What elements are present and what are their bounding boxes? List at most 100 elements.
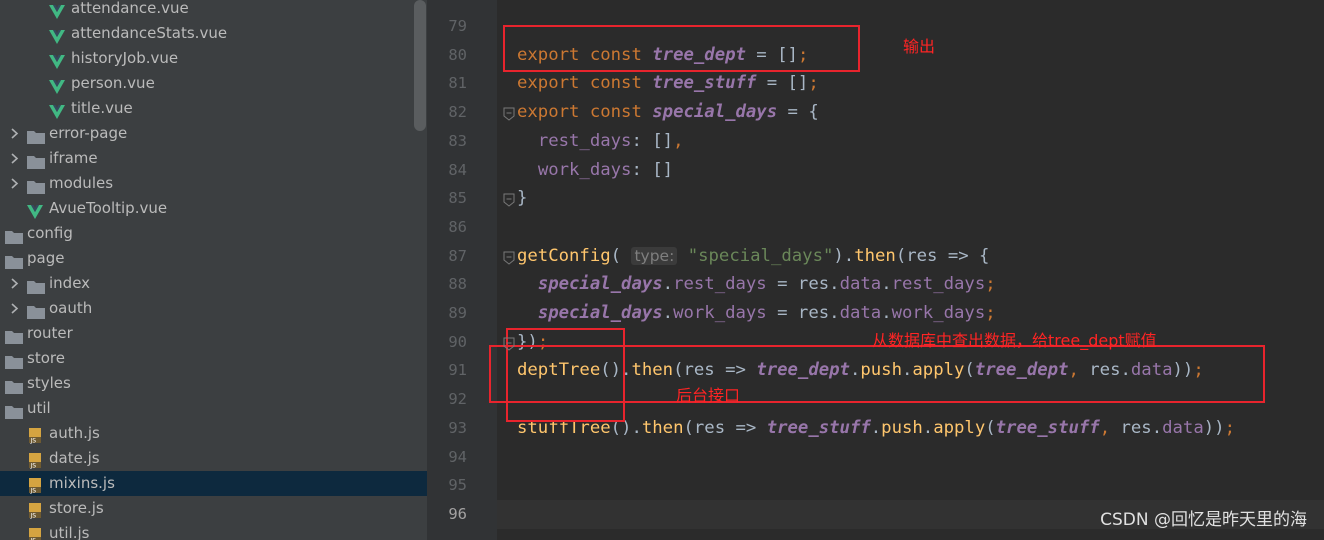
code-token: rest_days: [673, 274, 767, 295]
tree-file-item[interactable]: JS util.js: [0, 521, 427, 540]
code-token: (: [610, 245, 632, 266]
watermark: CSDN @回忆是昨天里的海: [1100, 510, 1307, 530]
line-number: 85: [448, 189, 467, 208]
line-number: 92: [448, 390, 467, 409]
tree-folder-item[interactable]: page: [0, 246, 427, 271]
code-token: ).: [833, 245, 855, 266]
code-token: rest_days: [537, 130, 632, 151]
code-token: .: [881, 303, 892, 323]
line-number: 95: [448, 476, 467, 495]
code-token: ,: [673, 130, 684, 151]
chevron-right-icon[interactable]: [9, 296, 21, 321]
code-line: special_days.work_days = res.data.work_d…: [517, 299, 996, 328]
annotation-backend-api: 后台接口: [676, 386, 741, 405]
line-number: 89: [448, 304, 467, 322]
annotation-query: 从数据库中查出数据，给tree_dept赋值: [872, 331, 1157, 350]
line-number: 81: [448, 74, 467, 93]
svg-text:JS: JS: [30, 488, 37, 495]
tree-folder-item[interactable]: oauth: [0, 296, 427, 321]
code-token: : []: [631, 130, 674, 151]
code-token: = res.: [766, 303, 840, 323]
code-line: export const tree_stuff = [];: [517, 69, 819, 98]
code-token: tree_stuff: [766, 417, 871, 438]
tree-item-label: error-page: [49, 124, 128, 142]
code-token: .: [870, 417, 882, 438]
tree-item-label: store: [27, 349, 65, 367]
code-token: export const: [517, 73, 653, 94]
code-line: }: [517, 184, 527, 213]
code-token: special_days: [537, 303, 663, 323]
code-token: work_days: [537, 159, 632, 180]
code-token: push: [881, 417, 923, 438]
tree-file-item[interactable]: attendance.vue: [0, 0, 427, 21]
chevron-right-icon[interactable]: [9, 146, 21, 171]
code-token: (: [985, 417, 996, 438]
line-number: 94: [448, 447, 467, 466]
tree-folder-item[interactable]: index: [0, 271, 427, 296]
tree-folder-item[interactable]: util: [0, 396, 427, 421]
tree-file-item[interactable]: JS auth.js: [0, 421, 427, 446]
code-token: export const: [517, 102, 653, 123]
code-token: ;: [985, 303, 996, 323]
chevron-right-icon[interactable]: [9, 121, 21, 146]
tree-file-item[interactable]: JS store.js: [0, 496, 427, 521]
tree-folder-item[interactable]: router: [0, 321, 427, 346]
code-token: rest_days: [891, 274, 986, 295]
tree-item-label: auth.js: [49, 424, 100, 442]
line-number: 84: [448, 160, 467, 179]
code-token: data: [839, 274, 882, 295]
parameter-hint: type:: [631, 246, 678, 265]
line-number: 91: [448, 361, 467, 380]
code-token: special_days: [652, 102, 778, 123]
tree-item-label: config: [27, 224, 73, 242]
fold-marker-icon[interactable]: [503, 336, 515, 355]
code-line: work_days: []: [517, 156, 673, 185]
tree-folder-item[interactable]: modules: [0, 171, 427, 196]
project-tree-scrollbar[interactable]: [414, 0, 426, 131]
chevron-right-icon[interactable]: [9, 171, 21, 196]
line-number: 80: [448, 45, 467, 64]
tree-folder-item[interactable]: iframe: [0, 146, 427, 171]
tree-item-label: page: [27, 249, 65, 267]
tree-file-item[interactable]: historyJob.vue: [0, 46, 427, 71]
fold-marker-icon[interactable]: [503, 250, 515, 269]
tree-file-item[interactable]: person.vue: [0, 71, 427, 96]
tree-file-item[interactable]: attendanceStats.vue: [0, 21, 427, 46]
tree-item-label: iframe: [49, 149, 98, 167]
chevron-right-icon[interactable]: [9, 271, 21, 296]
tree-item-label: attendanceStats.vue: [71, 24, 228, 42]
tree-item-label: util.js: [49, 524, 90, 540]
code-token: = {: [777, 102, 819, 123]
tree-file-item[interactable]: AvueTooltip.vue: [0, 196, 427, 221]
fold-marker-icon[interactable]: [503, 192, 515, 211]
tree-item-label: oauth: [49, 299, 93, 317]
tree-item-label: store.js: [49, 499, 104, 517]
code-token: tree_stuff: [995, 417, 1100, 438]
code-token: special_days: [537, 274, 663, 295]
tree-item-label: util: [27, 399, 51, 417]
tree-item-label: AvueTooltip.vue: [49, 199, 168, 217]
project-tree-panel: attendance.vue attendanceStats.vue history…: [0, 0, 427, 540]
code-token: work_days: [673, 303, 767, 323]
code-token: }: [517, 188, 528, 209]
tree-file-item[interactable]: title.vue: [0, 96, 427, 121]
tree-file-item[interactable]: JS mixins.js: [0, 471, 427, 496]
tree-item-label: attendance.vue: [71, 0, 189, 17]
tree-item-label: mixins.js: [49, 474, 115, 492]
output-highlight-box: [503, 25, 860, 72]
tree-folder-item[interactable]: error-page: [0, 121, 427, 146]
tree-folder-item[interactable]: styles: [0, 371, 427, 396]
tree-folder-item[interactable]: config: [0, 221, 427, 246]
code-token: .: [662, 303, 674, 323]
fold-marker-icon[interactable]: [503, 106, 515, 125]
code-line: special_days.rest_days = res.data.rest_d…: [517, 270, 996, 299]
tree-folder-item[interactable]: store: [0, 346, 427, 371]
tree-file-item[interactable]: JS date.js: [0, 446, 427, 471]
svg-text:JS: JS: [30, 513, 37, 520]
code-token: ;: [1224, 417, 1235, 438]
code-line: getConfig( type: "special_days").then(re…: [517, 242, 989, 271]
